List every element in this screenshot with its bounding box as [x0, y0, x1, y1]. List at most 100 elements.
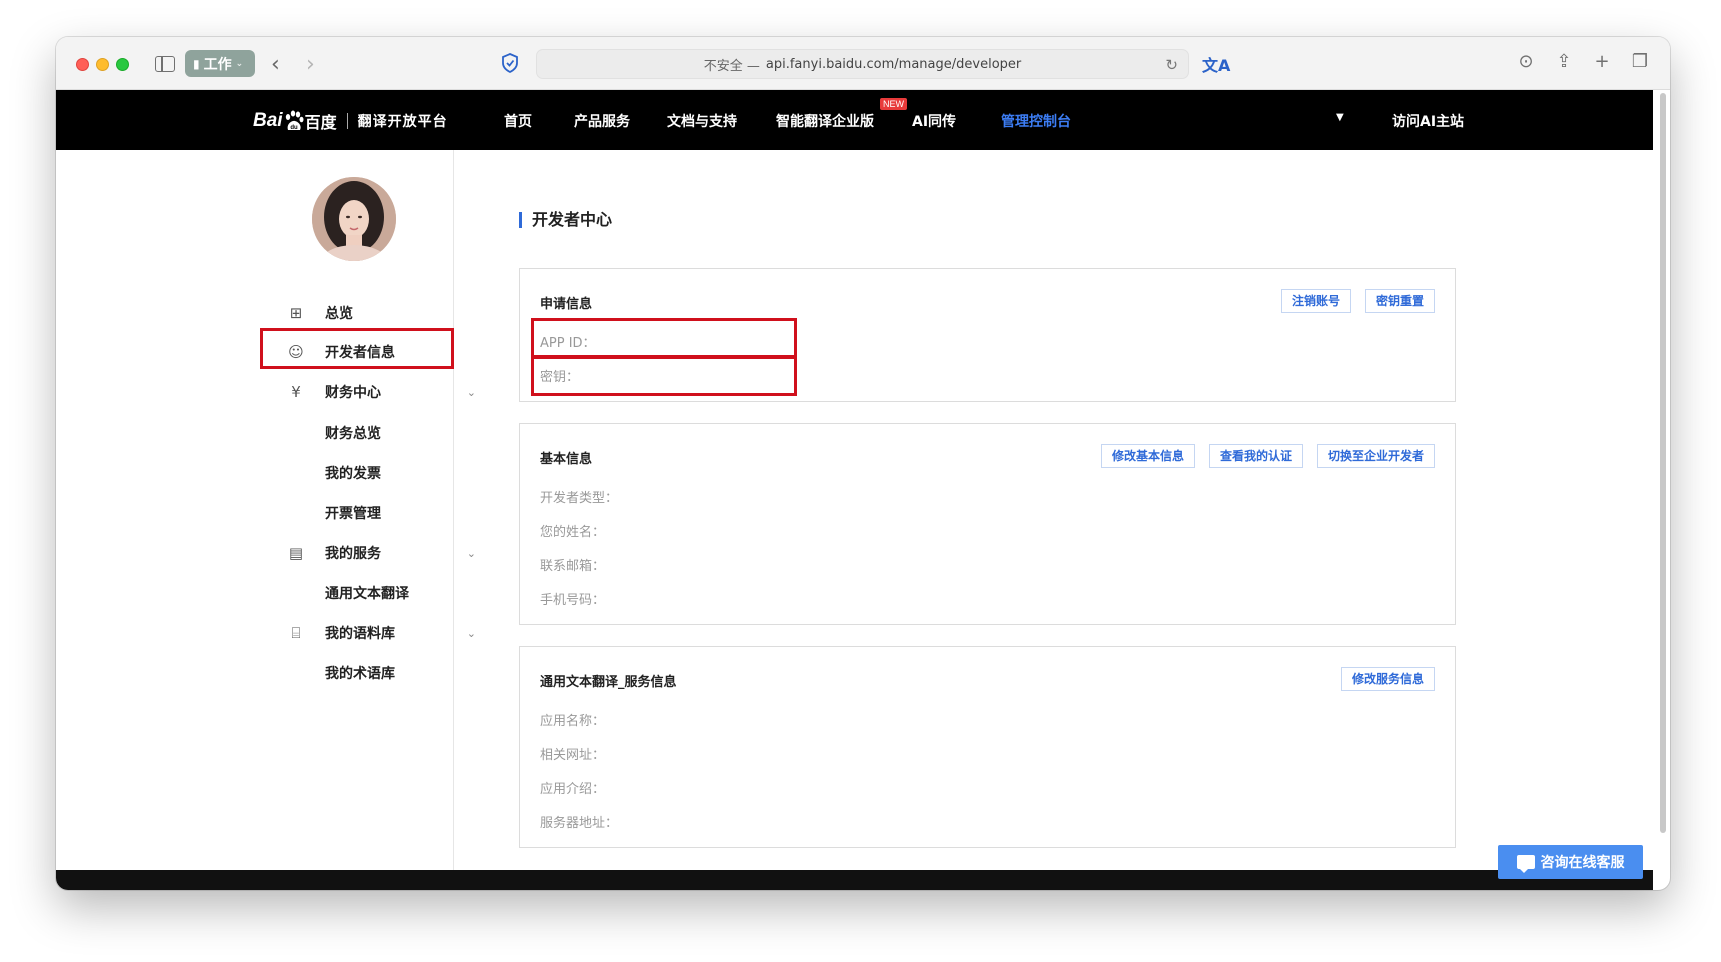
tab-group-icon: ▮	[193, 56, 200, 71]
yen-icon: ¥	[291, 383, 301, 401]
nav-docs[interactable]: 文档与支持	[667, 111, 737, 131]
avatar[interactable]	[312, 177, 396, 261]
web-page: Bai du 百度 翻译开放平台 首页 产品服务 文档与支持 智能翻译企业版 N…	[56, 90, 1653, 890]
minimize-window-button[interactable]	[96, 58, 109, 71]
svg-text:du: du	[290, 125, 298, 131]
nav-visit-ai[interactable]: 访问AI主站	[1392, 111, 1464, 131]
new-tab-icon[interactable]: +	[1592, 51, 1612, 72]
back-arrow-icon[interactable]: ‹	[271, 52, 280, 77]
translate-icon[interactable]: 文A	[1202, 52, 1230, 76]
switch-enterprise-button[interactable]: 切换至企业开发者	[1316, 444, 1435, 468]
sidebar-item-invoice-management[interactable]: 开票管理	[325, 495, 515, 531]
service-info-actions: 修改服务信息	[1340, 667, 1435, 691]
nav-console[interactable]: 管理控制台	[1001, 111, 1071, 131]
logo-bai-text: Bai	[253, 110, 283, 131]
sidebar-item-text-translation[interactable]: 通用文本翻译	[325, 575, 515, 611]
grid-icon: ⊞	[289, 304, 303, 322]
online-support-label: 咨询在线客服	[1540, 855, 1625, 871]
app-name-field: 应用名称：	[540, 714, 606, 729]
sidebar-item-label: 我的语料库	[325, 626, 395, 642]
sidebar-item-label: 财务中心	[325, 385, 381, 401]
developer-type-field: 开发者类型：	[540, 491, 619, 506]
highlight-developer-info	[260, 328, 454, 369]
page-footer	[56, 870, 1653, 890]
sidebar-item-label: 总览	[325, 306, 353, 322]
download-icon[interactable]: ⊙	[1516, 51, 1536, 72]
sidebar-item-my-invoices[interactable]: 我的发票	[325, 455, 515, 491]
basic-info-actions: 修改基本信息 查看我的认证 切换至企业开发者	[1100, 444, 1435, 468]
share-icon[interactable]: ⇪	[1554, 51, 1574, 72]
chevron-down-icon: ⌄	[235, 58, 244, 69]
account-dropdown-icon[interactable]: ▼	[1336, 112, 1344, 123]
app-description-field: 应用介绍：	[540, 782, 606, 797]
tab-group-label: 工作	[203, 56, 232, 73]
chat-bubble-icon	[1516, 855, 1535, 873]
sidebar-item-overview[interactable]: ⊞ 总览	[286, 295, 476, 331]
sidebar-toggle-icon[interactable]	[155, 56, 175, 72]
card-title: 通用文本翻译_服务信息	[540, 675, 677, 690]
address-bar[interactable]: 不安全 — api.fanyi.baidu.com/manage/develop…	[536, 49, 1189, 79]
sidebar-item-label: 我的术语库	[325, 666, 395, 682]
sidebar-item-label: 我的服务	[325, 546, 381, 562]
nav-home[interactable]: 首页	[504, 111, 532, 131]
sidebar-item-corpus[interactable]: ⌸ 我的语料库 ⌄	[286, 615, 476, 651]
nav-ai-interpretation[interactable]: AI同传	[912, 111, 956, 131]
platform-name: 翻译开放平台	[357, 114, 448, 130]
basic-info-card: 基本信息 修改基本信息 查看我的认证 切换至企业开发者 开发者类型： 您的姓名：…	[519, 423, 1456, 625]
tab-overview-icon[interactable]: ❐	[1630, 51, 1650, 72]
url-text: api.fanyi.baidu.com/manage/developer	[765, 56, 1022, 72]
reload-icon[interactable]: ↻	[1165, 56, 1178, 74]
nav-enterprise[interactable]: 智能翻译企业版	[776, 111, 874, 131]
cancel-account-button[interactable]: 注销账号	[1280, 289, 1351, 313]
sidebar-item-label: 通用文本翻译	[325, 586, 409, 602]
apply-info-card: 申请信息 注销账号 密钥重置 APP ID： 密钥：	[519, 268, 1456, 402]
new-badge: NEW	[880, 98, 907, 110]
sidebar-item-terminology[interactable]: 我的术语库	[325, 655, 515, 691]
logo-baidu-text: 百度	[304, 113, 337, 132]
sidebar-item-label: 我的发票	[325, 466, 381, 482]
left-sidebar: ⊞ 总览 ☺ 开发者信息 ¥ 财务中心 ⌄ 财务总览 我的发票 开票管理 ▤ 我…	[56, 150, 476, 870]
zoom-window-button[interactable]	[116, 58, 129, 71]
chevron-down-icon: ⌄	[466, 385, 476, 399]
nav-products[interactable]: 产品服务	[574, 111, 630, 131]
reset-key-button[interactable]: 密钥重置	[1364, 289, 1435, 313]
toolbar-right-icons: ⊙ ⇪ + ❐	[1516, 51, 1650, 72]
document-icon: ▤	[288, 544, 304, 562]
online-support-button[interactable]: 咨询在线客服	[1498, 845, 1643, 879]
close-window-button[interactable]	[76, 58, 89, 71]
edit-basic-info-button[interactable]: 修改基本信息	[1100, 444, 1195, 468]
chevron-down-icon: ⌄	[466, 546, 476, 560]
sidebar-item-label: 财务总览	[325, 426, 381, 442]
archive-icon: ⌸	[291, 624, 301, 642]
server-address-field: 服务器地址：	[540, 816, 619, 831]
baidu-logo[interactable]: Bai du 百度 翻译开放平台	[253, 107, 448, 135]
page-scrollbar[interactable]	[1658, 93, 1668, 833]
related-url-field: 相关网址：	[540, 748, 606, 763]
edit-service-info-button[interactable]: 修改服务信息	[1340, 667, 1435, 691]
logo-divider	[346, 113, 348, 129]
view-certification-button[interactable]: 查看我的认证	[1208, 444, 1303, 468]
page-title: 开发者中心	[519, 212, 612, 228]
browser-toolbar: ▮ 工作 ⌄ ‹ › 不安全 — api.fanyi.baidu.com/man…	[56, 37, 1670, 90]
top-navigation: Bai du 百度 翻译开放平台 首页 产品服务 文档与支持 智能翻译企业版 N…	[56, 90, 1653, 150]
email-field: 联系邮箱：	[540, 559, 606, 574]
highlight-app-id	[531, 318, 797, 358]
phone-field: 手机号码：	[540, 593, 606, 608]
service-info-card: 通用文本翻译_服务信息 修改服务信息 应用名称： 相关网址： 应用介绍： 服务器…	[519, 646, 1456, 848]
card-title: 基本信息	[540, 452, 593, 467]
privacy-shield-icon[interactable]	[501, 53, 519, 73]
name-field: 您的姓名：	[540, 525, 606, 540]
scrollbar-thumb[interactable]	[1660, 93, 1666, 833]
chevron-down-icon: ⌄	[466, 626, 476, 640]
apply-info-actions: 注销账号 密钥重置	[1280, 289, 1435, 313]
sidebar-item-label: 开票管理	[325, 506, 381, 522]
insecure-label: 不安全 —	[703, 58, 760, 74]
sidebar-item-my-services[interactable]: ▤ 我的服务 ⌄	[286, 535, 476, 571]
forward-arrow-icon[interactable]: ›	[306, 52, 315, 77]
browser-window: ▮ 工作 ⌄ ‹ › 不安全 — api.fanyi.baidu.com/man…	[56, 37, 1670, 890]
highlight-secret-key	[531, 356, 797, 396]
sidebar-item-finance[interactable]: ¥ 财务中心 ⌄	[286, 374, 476, 410]
sidebar-item-finance-overview[interactable]: 财务总览	[325, 415, 515, 451]
baidu-paw-icon: du	[285, 110, 304, 131]
tab-group-button[interactable]: ▮ 工作 ⌄	[185, 50, 255, 77]
